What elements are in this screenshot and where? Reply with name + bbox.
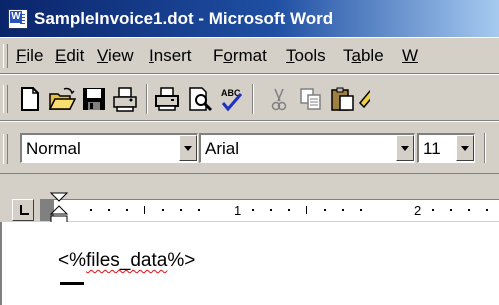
ruler-tick xyxy=(108,209,110,211)
ruler-tick xyxy=(198,209,200,211)
font-value: Arial xyxy=(205,139,240,158)
font-size-dropdown[interactable]: 11 xyxy=(417,133,475,163)
toolbar-grip[interactable] xyxy=(3,85,8,113)
field-close: %> xyxy=(167,250,196,271)
ruler-tick xyxy=(162,209,164,211)
toolbar-grip[interactable] xyxy=(3,134,8,164)
menu-window[interactable]: W xyxy=(402,46,418,66)
menu-view[interactable]: View xyxy=(97,46,134,66)
horizontal-ruler[interactable]: 1 2 xyxy=(40,199,499,221)
ruler-tick xyxy=(360,209,362,211)
ruler-tick xyxy=(486,209,488,211)
toolbar-separator xyxy=(484,133,486,163)
formatting-toolbar: Normal Arial 11 xyxy=(0,121,499,174)
menu-table[interactable]: Table xyxy=(343,46,384,66)
field-open: <% xyxy=(58,250,86,271)
chevron-down-icon[interactable] xyxy=(456,135,474,161)
ruler-number-1: 1 xyxy=(234,203,242,218)
ruler-tick xyxy=(432,209,434,211)
menubar-grip[interactable] xyxy=(3,44,8,68)
menu-file[interactable]: File xyxy=(16,46,43,66)
menu-edit[interactable]: Edit xyxy=(55,46,84,66)
font-dropdown[interactable]: Arial xyxy=(199,133,415,163)
chevron-down-icon[interactable] xyxy=(396,135,414,161)
document-text[interactable]: <%files_data%> xyxy=(58,250,195,272)
field-name-misspelled: files_data xyxy=(86,250,168,271)
cut-scissors-icon[interactable] xyxy=(265,85,293,113)
standard-toolbar: ABC xyxy=(0,74,499,121)
tab-selector[interactable] xyxy=(12,199,34,221)
ruler-half-mark xyxy=(144,206,145,214)
copy-icon[interactable] xyxy=(297,85,325,113)
ruler-tick xyxy=(270,209,272,211)
permission-icon[interactable] xyxy=(111,85,139,113)
ruler-half-mark xyxy=(306,206,307,214)
title-bar[interactable]: W SampleInvoice1.dot - Microsoft Word xyxy=(0,0,499,37)
font-size-value: 11 xyxy=(423,139,441,158)
save-disk-icon[interactable] xyxy=(80,85,108,113)
menu-tools[interactable]: Tools xyxy=(286,46,326,66)
ruler-tick xyxy=(252,209,254,211)
menu-bar: File Edit View Insert Format Tools Table… xyxy=(0,37,499,74)
ruler-tick xyxy=(342,209,344,211)
toolbar-separator xyxy=(252,84,254,114)
ruler-tick xyxy=(288,209,290,211)
ruler-tick xyxy=(180,209,182,211)
style-value: Normal xyxy=(26,139,81,158)
chevron-down-icon[interactable] xyxy=(179,135,197,161)
toolbar-separator xyxy=(146,84,148,114)
menu-format[interactable]: Format xyxy=(213,46,267,66)
ruler-tick xyxy=(468,209,470,211)
new-document-icon[interactable] xyxy=(16,85,44,113)
print-icon[interactable] xyxy=(153,85,181,113)
ruler-tick xyxy=(126,209,128,211)
style-dropdown[interactable]: Normal xyxy=(20,133,198,163)
format-painter-icon[interactable] xyxy=(356,85,370,113)
text-cursor xyxy=(60,282,84,285)
print-preview-icon[interactable] xyxy=(186,85,214,113)
ruler-tick xyxy=(90,209,92,211)
ruler-tick xyxy=(324,209,326,211)
ruler-tick xyxy=(450,209,452,211)
window-title: SampleInvoice1.dot - Microsoft Word xyxy=(34,9,334,28)
paste-icon[interactable] xyxy=(329,85,357,113)
spelling-grammar-icon[interactable]: ABC xyxy=(217,85,245,113)
word-app-icon[interactable]: W xyxy=(8,9,28,29)
ruler-number-2: 2 xyxy=(414,203,422,218)
menu-insert[interactable]: Insert xyxy=(149,46,192,66)
open-folder-icon[interactable] xyxy=(48,85,76,113)
